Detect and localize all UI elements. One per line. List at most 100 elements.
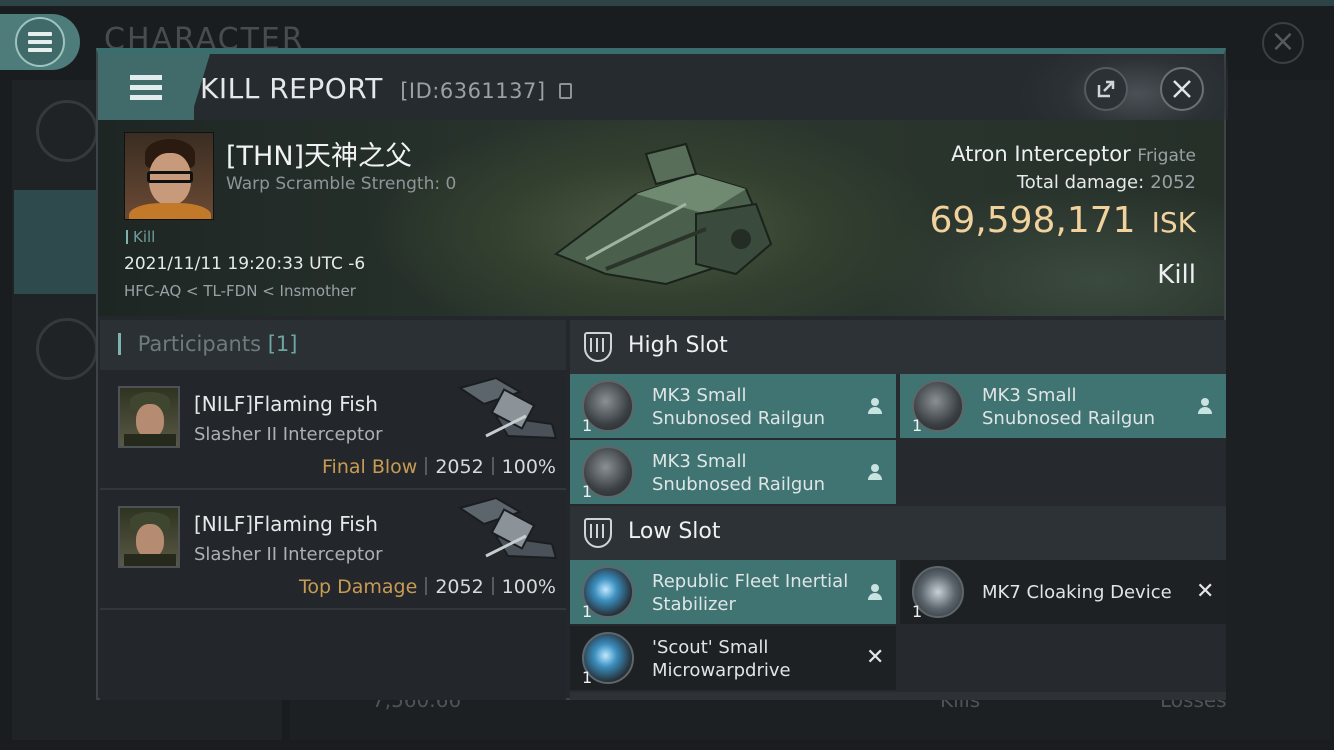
warp-scramble-strength: Warp Scramble Strength: 0 bbox=[226, 174, 457, 194]
item-quantity: 1 bbox=[582, 482, 593, 501]
pilot-icon bbox=[866, 396, 884, 416]
slot-icon bbox=[584, 332, 612, 362]
victim-avatar[interactable] bbox=[124, 132, 214, 220]
isk-unit: ISK bbox=[1151, 206, 1196, 239]
attacker-ship: Slasher II Interceptor bbox=[194, 544, 383, 565]
attacker-ship: Slasher II Interceptor bbox=[194, 424, 383, 445]
item-name-line2: Microwarpdrive bbox=[652, 660, 791, 681]
attacker-ship-icon[interactable] bbox=[456, 376, 560, 450]
item-name-line2: Snubnosed Railgun bbox=[652, 408, 826, 429]
victim-banner: [THN]天神之父 Warp Scramble Strength: 0 Kill… bbox=[98, 120, 1224, 316]
pilot-icon bbox=[1196, 396, 1214, 416]
item-name-line1: MK3 Small bbox=[982, 385, 1077, 406]
close-icon bbox=[1173, 80, 1191, 98]
attacker-name: [NILF]Flaming Fish bbox=[194, 392, 378, 416]
share-button[interactable] bbox=[1084, 67, 1128, 111]
low-slot-header: Low Slot bbox=[570, 506, 1226, 560]
slot-icon bbox=[584, 518, 612, 548]
victim-ship-name[interactable]: Atron Interceptor Frigate bbox=[951, 142, 1196, 166]
kill-tag: Kill bbox=[126, 228, 155, 246]
item-name-line1: MK3 Small bbox=[652, 385, 747, 406]
item-name-line2: Stabilizer bbox=[652, 594, 736, 615]
item-quantity: 1 bbox=[912, 602, 923, 621]
high-slot-title: High Slot bbox=[628, 333, 728, 358]
share-icon bbox=[1097, 80, 1115, 98]
participants-panel: Participants [1] [NILF]Flaming Fish Slas… bbox=[100, 320, 566, 700]
kill-report-modal: KILL REPORT [ID:6361137] [THN]天神之父 Warp … bbox=[96, 48, 1228, 700]
item-name: MK3 Small Snubnosed Railgun bbox=[982, 384, 1192, 430]
kill-id: [ID:6361137] bbox=[400, 79, 546, 103]
participants-label: Participants bbox=[137, 332, 262, 356]
attacker-stats: Final Blow 2052 100% bbox=[322, 456, 556, 478]
header-menu-button[interactable] bbox=[98, 54, 194, 120]
victim-name[interactable]: [THN]天神之父 bbox=[226, 134, 412, 173]
close-button[interactable] bbox=[1160, 67, 1204, 111]
attacker-role: Top Damage bbox=[299, 576, 418, 598]
modal-header: KILL REPORT [ID:6361137] bbox=[98, 54, 1228, 120]
list-item[interactable]: 1 MK3 Small Snubnosed Railgun bbox=[900, 374, 1226, 438]
attacker-row[interactable]: [NILF]Flaming Fish Slasher II Intercepto… bbox=[100, 490, 566, 610]
total-damage-value: 2052 bbox=[1150, 172, 1196, 193]
page-title: KILL REPORT [ID:6361137] bbox=[200, 72, 572, 105]
item-quantity: 1 bbox=[912, 416, 923, 435]
menu-icon bbox=[15, 17, 65, 67]
item-name-line2: Snubnosed Railgun bbox=[652, 474, 826, 495]
attacker-role: Final Blow bbox=[322, 456, 418, 478]
attacker-percent: 100% bbox=[501, 456, 556, 478]
ship-class: Frigate bbox=[1137, 146, 1196, 166]
item-name: 'Scout' Small Microwarpdrive bbox=[652, 636, 862, 682]
low-slot-grid: 1 Republic Fleet Inertial Stabilizer 1 MK… bbox=[570, 560, 1226, 692]
total-damage-label: Total damage: bbox=[1016, 172, 1145, 193]
kill-datetime: 2021/11/11 19:20:33 UTC -6 bbox=[124, 254, 366, 274]
list-item[interactable]: 1 MK3 Small Snubnosed Railgun bbox=[570, 374, 896, 438]
mid-slot-header-peek bbox=[570, 692, 1226, 700]
item-name: Republic Fleet Inertial Stabilizer bbox=[652, 570, 862, 616]
items-panel[interactable]: High Slot 1 MK3 Small Snubnosed Railgun 1… bbox=[570, 320, 1226, 700]
attacker-avatar[interactable] bbox=[118, 386, 180, 448]
copy-icon[interactable] bbox=[558, 83, 572, 99]
item-quantity: 1 bbox=[582, 416, 593, 435]
corp-chain[interactable]: HFC-AQ < TL-FDN < Insmother bbox=[124, 282, 356, 300]
bg-sidebar-selected bbox=[14, 190, 98, 294]
participants-header: Participants [1] bbox=[100, 320, 566, 370]
attacker-name: [NILF]Flaming Fish bbox=[194, 512, 378, 536]
attacker-damage: 2052 bbox=[435, 456, 484, 478]
isk-amount: 69,598,171 bbox=[929, 200, 1136, 241]
result-label: Kill bbox=[1157, 260, 1196, 290]
high-slot-header: High Slot bbox=[570, 320, 1226, 374]
ship-name: Atron Interceptor bbox=[951, 142, 1131, 166]
destroyed-x-icon: ✕ bbox=[866, 645, 885, 670]
bg-list-icon bbox=[36, 100, 98, 162]
item-name: MK7 Cloaking Device bbox=[982, 582, 1172, 603]
list-item[interactable]: 1 MK7 Cloaking Device ✕ bbox=[900, 560, 1226, 624]
item-name-line1: 'Scout' Small bbox=[652, 637, 769, 658]
main-menu-button[interactable] bbox=[0, 14, 80, 70]
attacker-row[interactable]: [NILF]Flaming Fish Slasher II Intercepto… bbox=[100, 370, 566, 490]
item-quantity: 1 bbox=[582, 602, 593, 621]
attacker-damage: 2052 bbox=[435, 576, 484, 598]
pilot-icon bbox=[866, 582, 884, 602]
bg-close-icon[interactable]: × bbox=[1262, 22, 1304, 64]
victim-ship-render[interactable] bbox=[546, 134, 786, 294]
total-damage: Total damage: 2052 bbox=[1017, 172, 1196, 193]
attacker-ship-icon[interactable] bbox=[456, 496, 560, 570]
list-item[interactable]: 1 Republic Fleet Inertial Stabilizer bbox=[570, 560, 896, 624]
item-name-line2: Snubnosed Railgun bbox=[982, 408, 1156, 429]
item-quantity: 1 bbox=[582, 668, 593, 687]
list-item[interactable]: 1 'Scout' Small Microwarpdrive ✕ bbox=[570, 626, 896, 690]
item-name: MK3 Small Snubnosed Railgun bbox=[652, 450, 862, 496]
bg-star-icon bbox=[36, 318, 98, 380]
destroyed-x-icon: ✕ bbox=[1196, 579, 1215, 604]
top-strip bbox=[0, 0, 1334, 6]
pilot-icon bbox=[866, 462, 884, 482]
item-name-line1: MK3 Small bbox=[652, 451, 747, 472]
item-name-line1: Republic Fleet Inertial bbox=[652, 571, 849, 592]
low-slot-title: Low Slot bbox=[628, 519, 721, 544]
participants-count: [1] bbox=[267, 332, 298, 356]
high-slot-grid: 1 MK3 Small Snubnosed Railgun 1 MK3 Small… bbox=[570, 374, 1226, 506]
attacker-avatar[interactable] bbox=[118, 506, 180, 568]
title-text: KILL REPORT bbox=[200, 72, 383, 105]
isk-value: 69,598,171 ISK bbox=[929, 200, 1196, 241]
list-item[interactable]: 1 MK3 Small Snubnosed Railgun bbox=[570, 440, 896, 504]
item-name: MK3 Small Snubnosed Railgun bbox=[652, 384, 862, 430]
